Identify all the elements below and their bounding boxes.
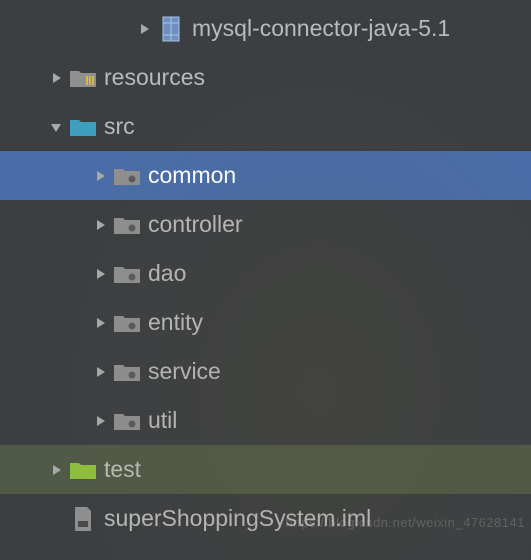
package-icon <box>112 214 142 236</box>
tree-item-entity[interactable]: entity <box>0 298 531 347</box>
folder-test-icon <box>68 459 98 481</box>
tree-item-dao[interactable]: dao <box>0 249 531 298</box>
tree-item-label: controller <box>148 211 243 238</box>
tree-item-label: entity <box>148 309 203 336</box>
tree-item-resources[interactable]: resources <box>0 53 531 102</box>
tree-item-label: mysql-connector-java-5.1 <box>192 15 450 42</box>
tree-item-test[interactable]: test <box>0 445 531 494</box>
package-icon <box>112 312 142 334</box>
chevron-down-icon[interactable] <box>44 120 68 134</box>
chevron-right-icon[interactable] <box>88 169 112 183</box>
jar-icon <box>156 15 186 43</box>
folder-resources-icon <box>68 67 98 89</box>
chevron-right-icon[interactable] <box>88 316 112 330</box>
watermark: https://blog.csdn.net/weixin_47628141 <box>285 515 525 530</box>
tree-item-util[interactable]: util <box>0 396 531 445</box>
tree-item-label: util <box>148 407 177 434</box>
chevron-right-icon[interactable] <box>88 414 112 428</box>
folder-src-icon <box>68 116 98 138</box>
tree-item-label: src <box>104 113 135 140</box>
package-icon <box>112 361 142 383</box>
iml-icon <box>68 505 98 533</box>
tree-item-mysql-connector-java-5-1[interactable]: mysql-connector-java-5.1 <box>0 4 531 53</box>
chevron-right-icon[interactable] <box>88 218 112 232</box>
chevron-right-icon[interactable] <box>88 365 112 379</box>
tree-item-common[interactable]: common <box>0 151 531 200</box>
tree-item-service[interactable]: service <box>0 347 531 396</box>
tree-item-label: service <box>148 358 221 385</box>
tree-item-label: resources <box>104 64 205 91</box>
chevron-right-icon[interactable] <box>88 267 112 281</box>
tree-item-controller[interactable]: controller <box>0 200 531 249</box>
tree-item-label: dao <box>148 260 186 287</box>
package-icon <box>112 410 142 432</box>
tree-item-label: test <box>104 456 141 483</box>
tree-item-src[interactable]: src <box>0 102 531 151</box>
project-tree: mysql-connector-java-5.1 resources src c… <box>0 0 531 543</box>
chevron-right-icon[interactable] <box>44 463 68 477</box>
chevron-right-icon[interactable] <box>132 22 156 36</box>
tree-item-label: common <box>148 162 236 189</box>
package-icon <box>112 263 142 285</box>
package-icon <box>112 165 142 187</box>
chevron-right-icon[interactable] <box>44 71 68 85</box>
